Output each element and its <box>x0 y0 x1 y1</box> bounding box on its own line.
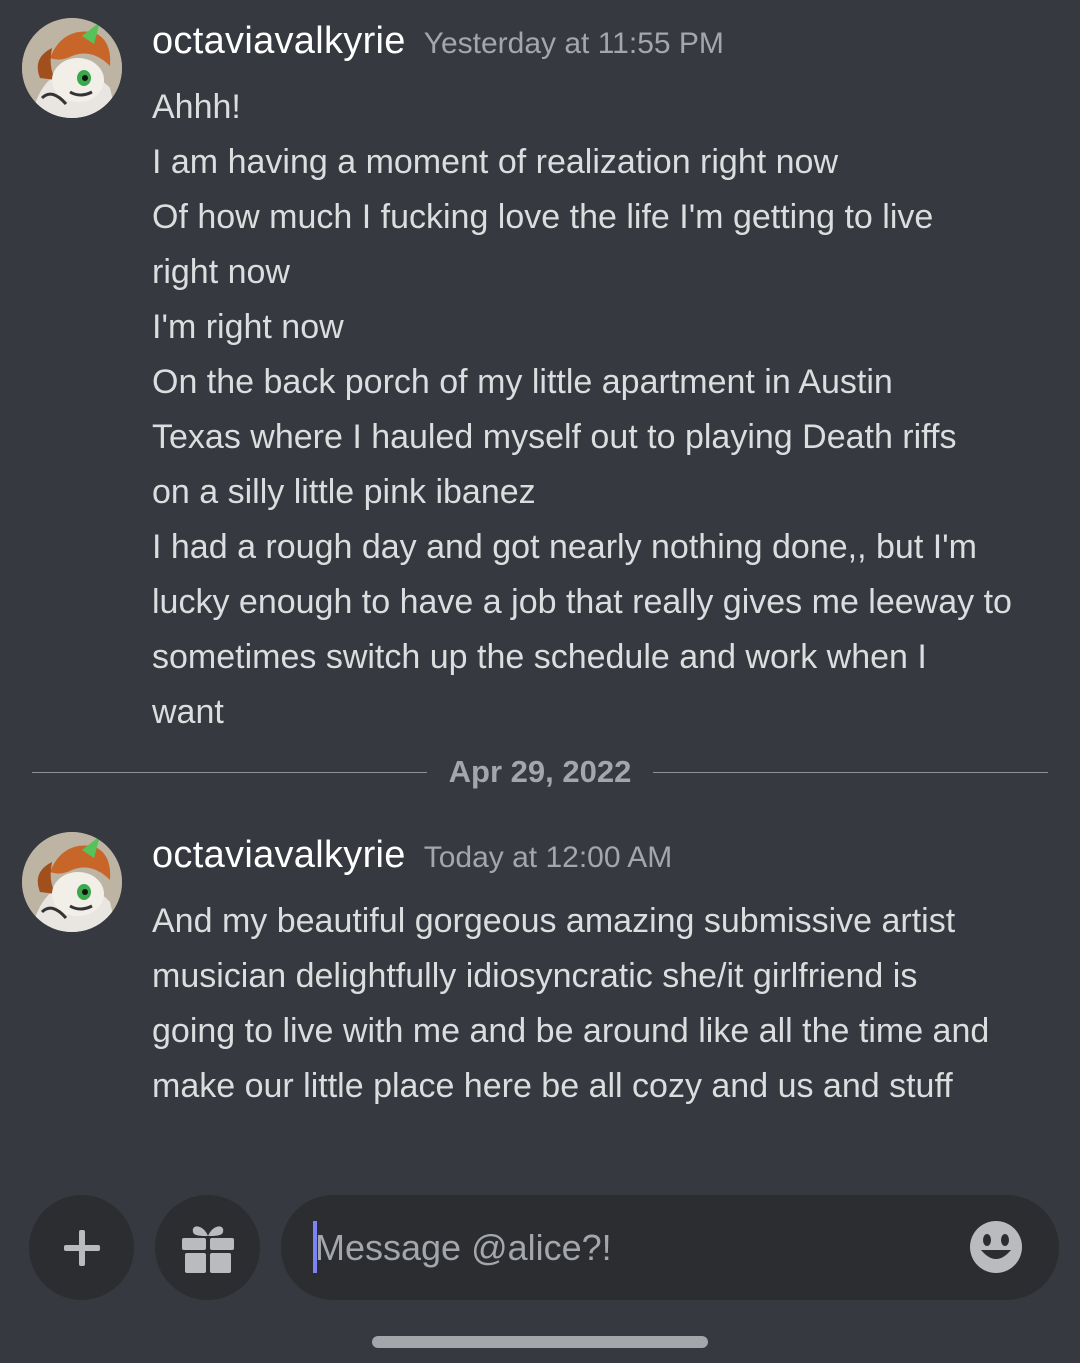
message-line: right now <box>152 253 290 291</box>
message-composer: Message @alice?! <box>0 1195 1080 1300</box>
message-input[interactable]: Message @alice?! <box>281 1195 1059 1300</box>
message-line: On the back porch of my little apartment… <box>152 363 893 401</box>
username[interactable]: octaviavalkyrie <box>152 20 406 63</box>
message-line: I'm right now <box>152 308 344 346</box>
timestamp: Yesterday at 11:55 PM <box>423 27 724 60</box>
message-line: going to live with me and be around like… <box>152 1012 990 1050</box>
message-body[interactable]: And my beautiful gorgeous amazing submis… <box>152 894 1057 1114</box>
divider-date: Apr 29, 2022 <box>448 754 632 789</box>
plus-icon <box>63 1229 100 1266</box>
date-divider: Apr 29, 2022 <box>32 752 1049 792</box>
message-line: musician delightfully idiosyncratic she/… <box>152 957 918 995</box>
message-line: I am having a moment of realization righ… <box>152 143 839 181</box>
message-line: on a silly little pink ibanez <box>152 473 536 511</box>
timestamp: Today at 12:00 AM <box>423 841 673 874</box>
dm-chat-screen: octaviavalkyrie Yesterday at 11:55 PM Ah… <box>0 0 1080 1363</box>
message-header: octaviavalkyrie Today at 12:00 AM <box>152 834 672 877</box>
message-line: sometimes switch up the schedule and wor… <box>152 638 927 676</box>
avatar[interactable] <box>22 832 122 932</box>
message-line: And my beautiful gorgeous amazing submis… <box>152 902 956 940</box>
message-line: I had a rough day and got nearly nothing… <box>152 528 977 566</box>
gift-button[interactable] <box>155 1195 260 1300</box>
divider-line <box>32 771 427 773</box>
add-attachment-button[interactable] <box>29 1195 134 1300</box>
message-line: Ahhh! <box>152 88 241 126</box>
message-header: octaviavalkyrie Yesterday at 11:55 PM <box>152 20 724 63</box>
avatar[interactable] <box>22 18 122 118</box>
emoji-button[interactable] <box>969 1220 1023 1274</box>
emoji-icon <box>970 1221 1022 1273</box>
home-indicator[interactable] <box>372 1336 708 1348</box>
message-body[interactable]: Ahhh! I am having a moment of realizatio… <box>152 80 1057 740</box>
divider-line <box>653 771 1049 773</box>
message-input-placeholder: Message @alice?! <box>315 1227 612 1268</box>
gift-icon <box>181 1225 234 1273</box>
pony-avatar-icon <box>22 832 122 932</box>
message-line: want <box>152 693 224 731</box>
pony-avatar-icon <box>22 18 122 118</box>
username[interactable]: octaviavalkyrie <box>152 834 406 877</box>
message-line: Texas where I hauled myself out to playi… <box>152 418 957 456</box>
message-line: Of how much I fucking love the life I'm … <box>152 198 934 236</box>
message-line: lucky enough to have a job that really g… <box>152 583 1012 621</box>
message-line: make our little place here be all cozy a… <box>152 1067 953 1105</box>
